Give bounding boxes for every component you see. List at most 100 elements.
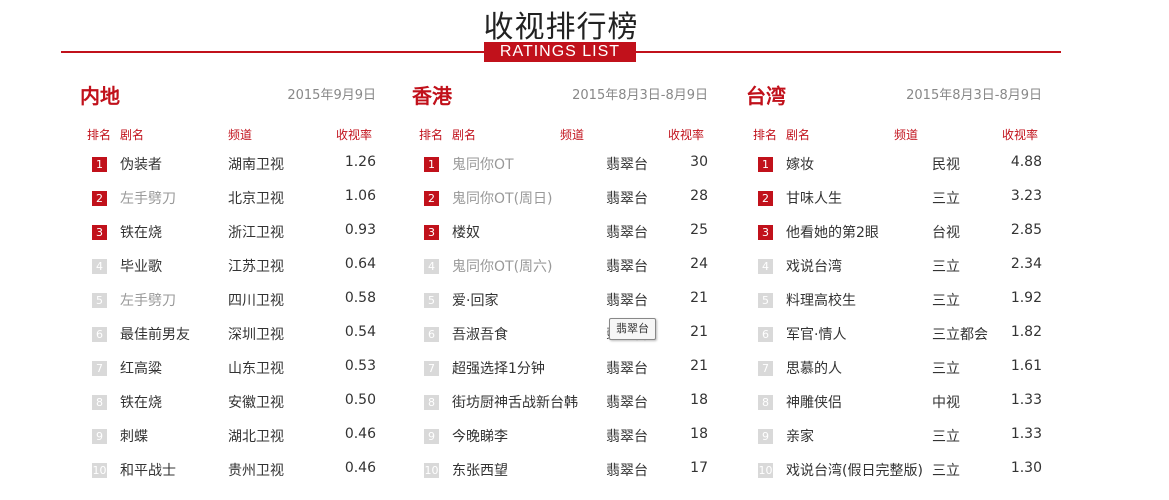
table-row[interactable]: 2 鬼同你OT(周日) 翡翠台 28	[412, 188, 708, 222]
table-row[interactable]: 8 街坊厨神舌战新台韩 翡翠台 18	[412, 392, 708, 426]
table-row[interactable]: 9 刺蝶 湖北卫视 0.46	[80, 426, 376, 460]
date-range: 2015年8月3日-8月9日	[906, 88, 1042, 103]
show-name-link[interactable]: 刺蝶	[120, 426, 148, 446]
rating-value: 2.85	[1010, 222, 1042, 238]
table-row[interactable]: 9 今晚睇李 翡翠台 18	[412, 426, 708, 460]
rating-value: 0.64	[344, 256, 376, 272]
table-row[interactable]: 3 铁在烧 浙江卫视 0.93	[80, 222, 376, 256]
show-name-link[interactable]: 左手劈刀	[120, 188, 176, 208]
column-header-name: 剧名	[786, 128, 811, 142]
table-row[interactable]: 10 戏说台湾(假日完整版) 三立 1.30	[746, 460, 1042, 494]
ratings-panel: 香港 2015年8月3日-8月9日 排名 剧名 频道 收视率 1 鬼同你OT 翡翠台 30 2 鬼同你…	[412, 80, 708, 494]
ratings-panel: 内地 2015年9月9日 排名 剧名 频道 收视率 1 伪装者 湖南卫视 1.26 2 左手劈刀 北京卫…	[80, 80, 376, 494]
table-row[interactable]: 7 思慕的人 三立 1.61	[746, 358, 1042, 392]
show-name-link[interactable]: 军官·情人	[786, 324, 846, 344]
rating-value: 24	[690, 256, 708, 272]
table-row[interactable]: 3 楼奴 翡翠台 25	[412, 222, 708, 256]
show-name-link[interactable]: 爱·回家	[452, 290, 498, 310]
channel-name: 三立	[932, 361, 960, 377]
show-name-link[interactable]: 鬼同你OT(周日)	[452, 188, 553, 208]
show-name-link[interactable]: 铁在烧	[120, 392, 162, 412]
show-name-link[interactable]: 嫁妆	[786, 154, 814, 174]
show-name-link[interactable]: 左手劈刀	[120, 290, 176, 310]
table-row[interactable]: 1 鬼同你OT 翡翠台 30	[412, 154, 708, 188]
table-row[interactable]: 4 戏说台湾 三立 2.34	[746, 256, 1042, 290]
column-header-name: 剧名	[452, 128, 477, 142]
table-row[interactable]: 8 神雕侠侣 中视 1.33	[746, 392, 1042, 426]
show-name-link[interactable]: 鬼同你OT	[452, 154, 514, 174]
table-row[interactable]: 5 爱·回家 翡翠台 21	[412, 290, 708, 324]
table-row[interactable]: 9 亲家 三立 1.33	[746, 426, 1042, 460]
show-name-link[interactable]: 毕业歌	[120, 256, 162, 276]
rating-value: 3.23	[1010, 188, 1042, 204]
page-title: 收视排行榜	[483, 10, 639, 45]
show-name-link[interactable]: 楼奴	[452, 222, 480, 242]
channel-name: 三立都会	[932, 327, 988, 343]
date-range: 2015年9月9日	[287, 88, 376, 103]
table-row[interactable]: 2 左手劈刀 北京卫视 1.06	[80, 188, 376, 222]
page-subtitle-badge: RATINGS LIST	[484, 42, 636, 62]
rating-value: 0.46	[344, 460, 376, 476]
show-name-link[interactable]: 红高粱	[120, 358, 162, 378]
show-name-link[interactable]: 超强选择1分钟	[452, 358, 545, 378]
rank-badge: 6	[424, 327, 439, 342]
table-row[interactable]: 10 和平战士 贵州卫视 0.46	[80, 460, 376, 494]
table-row[interactable]: 6 最佳前男友 深圳卫视 0.54	[80, 324, 376, 358]
table-row[interactable]: 4 毕业歌 江苏卫视 0.64	[80, 256, 376, 290]
table-row[interactable]: 7 红高粱 山东卫视 0.53	[80, 358, 376, 392]
rank-badge: 3	[92, 225, 107, 240]
table-header: 排名 剧名 频道 收视率	[746, 126, 1042, 154]
channel-name: 翡翠台	[606, 429, 648, 445]
channel-name: 山东卫视	[228, 361, 284, 377]
show-name-link[interactable]: 甘味人生	[786, 188, 842, 208]
show-name-link[interactable]: 思慕的人	[786, 358, 842, 378]
rank-badge: 3	[758, 225, 773, 240]
show-name-link[interactable]: 和平战士	[120, 460, 176, 480]
rank-badge: 8	[92, 395, 107, 410]
table-row[interactable]: 8 铁在烧 安徽卫视 0.50	[80, 392, 376, 426]
show-name-link[interactable]: 最佳前男友	[120, 324, 190, 344]
channel-name: 北京卫视	[228, 191, 284, 207]
rating-value: 0.53	[344, 358, 376, 374]
show-name-link[interactable]: 戏说台湾(假日完整版)	[786, 460, 923, 480]
channel-name: 湖南卫视	[228, 157, 284, 173]
channel-name: 翡翠台	[606, 395, 648, 411]
table-row[interactable]: 1 伪装者 湖南卫视 1.26	[80, 154, 376, 188]
table-row[interactable]: 4 鬼同你OT(周六) 翡翠台 24	[412, 256, 708, 290]
rank-badge: 7	[92, 361, 107, 376]
rank-badge: 1	[758, 157, 773, 172]
column-header-rank: 排名	[753, 128, 778, 142]
table-row[interactable]: 5 料理高校生 三立 1.92	[746, 290, 1042, 324]
table-row[interactable]: 6 军官·情人 三立都会 1.82	[746, 324, 1042, 358]
rank-badge: 9	[424, 429, 439, 444]
show-name-link[interactable]: 戏说台湾	[786, 256, 842, 276]
rating-value: 0.50	[344, 392, 376, 408]
show-name-link[interactable]: 鬼同你OT(周六)	[452, 256, 553, 276]
show-name-link[interactable]: 东张西望	[452, 460, 508, 480]
channel-name: 中视	[932, 395, 960, 411]
show-name-link[interactable]: 伪装者	[120, 154, 162, 174]
table-row[interactable]: 6吾淑吾食翡翠台21	[412, 324, 708, 358]
rank-badge: 6	[92, 327, 107, 342]
table-row[interactable]: 10 东张西望 翡翠台 17	[412, 460, 708, 494]
rank-badge: 2	[758, 191, 773, 206]
table-row[interactable]: 5 左手劈刀 四川卫视 0.58	[80, 290, 376, 324]
show-name-link[interactable]: 他看她的第2眼	[786, 222, 879, 242]
channel-name: 三立	[932, 429, 960, 445]
rank-badge: 9	[92, 429, 107, 444]
rating-value: 1.92	[1010, 290, 1042, 306]
table-row[interactable]: 1 嫁妆 民视 4.88	[746, 154, 1042, 188]
show-name-link[interactable]: 今晚睇李	[452, 426, 508, 446]
rating-value: 1.33	[1010, 426, 1042, 442]
show-name-link[interactable]: 料理高校生	[786, 290, 856, 310]
show-name-link[interactable]: 吾淑吾食	[452, 324, 508, 344]
show-name-link[interactable]: 亲家	[786, 426, 814, 446]
table-row[interactable]: 3 他看她的第2眼 台视 2.85	[746, 222, 1042, 256]
table-row[interactable]: 2 甘味人生 三立 3.23	[746, 188, 1042, 222]
show-name-link[interactable]: 街坊厨神舌战新台韩	[452, 392, 578, 412]
table-header: 排名 剧名 频道 收视率	[412, 126, 708, 154]
rating-value: 1.82	[1010, 324, 1042, 340]
table-row[interactable]: 7 超强选择1分钟 翡翠台 21	[412, 358, 708, 392]
show-name-link[interactable]: 神雕侠侣	[786, 392, 842, 412]
show-name-link[interactable]: 铁在烧	[120, 222, 162, 242]
